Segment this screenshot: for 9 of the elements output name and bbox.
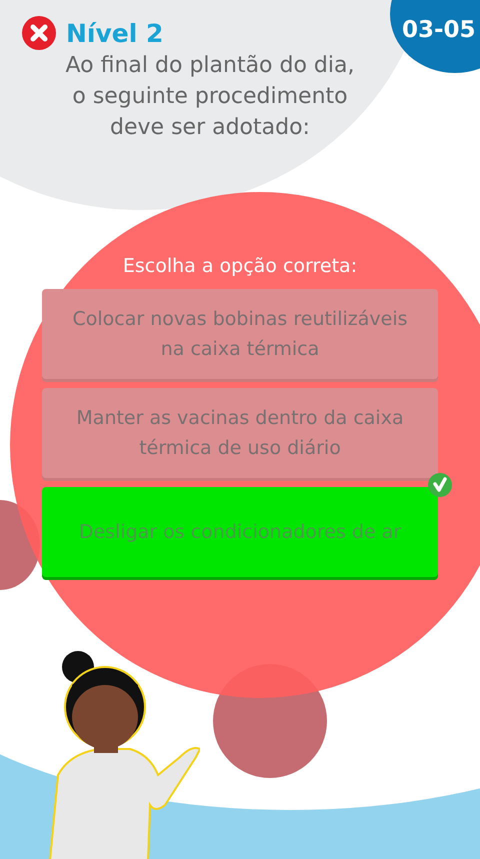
question-counter: 03-05 [390, 0, 480, 73]
answer-option[interactable]: Manter as vacinas dentro da caixa térmica de uso diário [42, 388, 438, 478]
instruction-text: Escolha a opção correta: [122, 255, 358, 277]
level-title: Nível 2 [66, 18, 164, 48]
answer-option[interactable]: Colocar novas bobinas reutilizáveis na caixa térmica [42, 289, 438, 379]
answer-option[interactable]: Desligar os condicionadores de ar [42, 487, 438, 577]
check-icon [428, 473, 452, 497]
close-icon[interactable] [22, 16, 56, 50]
question-text: Ao final do plantão do dia, o seguinte procedimento deve ser adotado: [64, 52, 356, 142]
